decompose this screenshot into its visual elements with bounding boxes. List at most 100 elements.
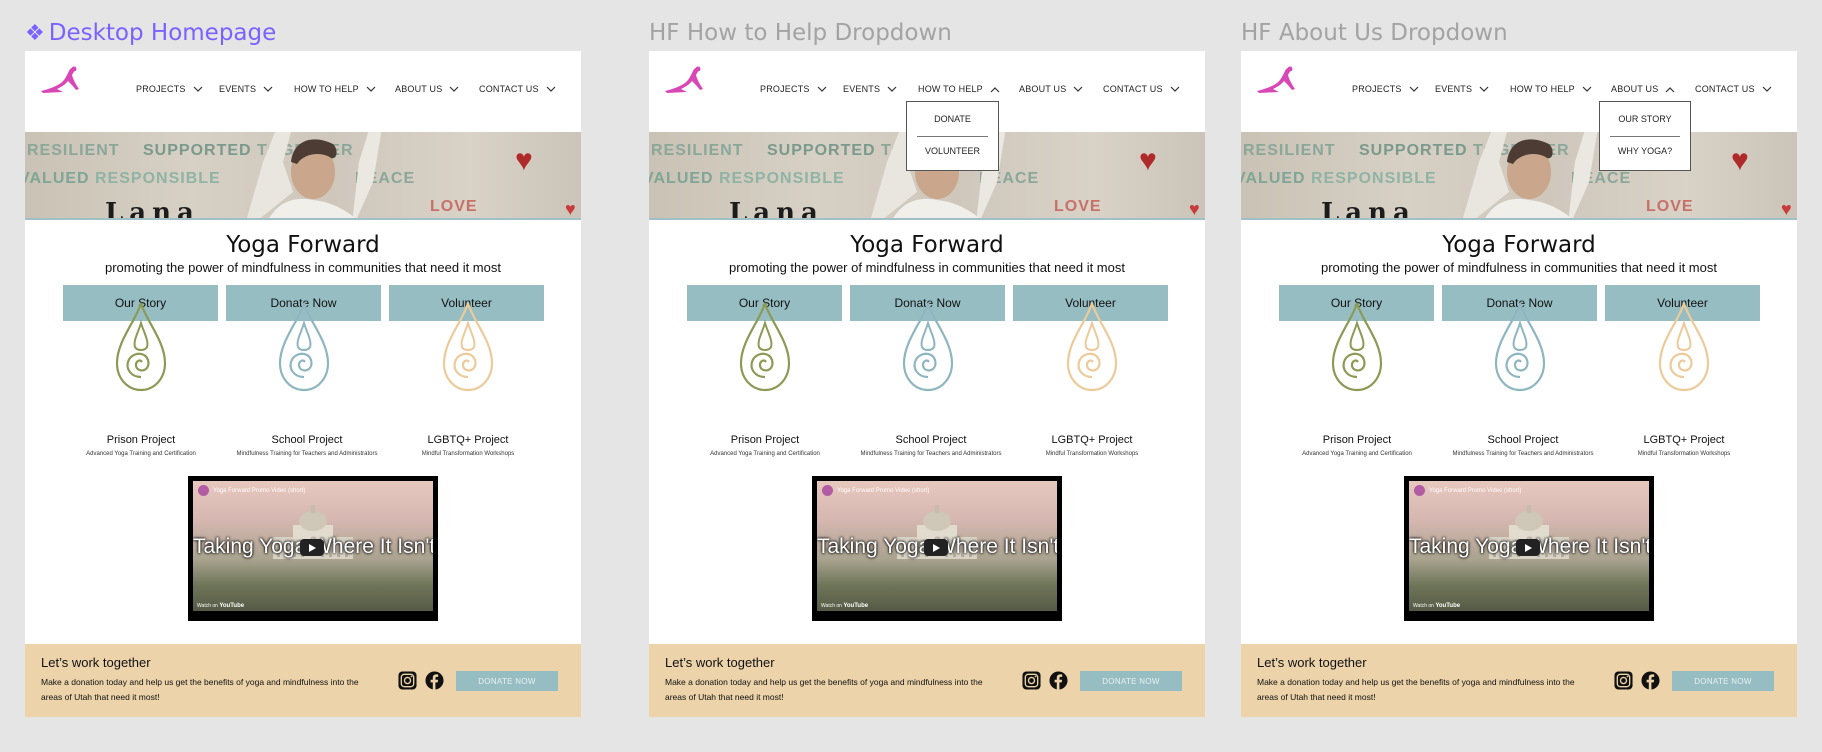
footer-title: Let’s work together	[41, 655, 151, 670]
dropdown-item[interactable]: OUR STORY	[1600, 114, 1690, 124]
nav-projects-label: PROJECTS	[136, 84, 186, 94]
top-nav: PROJECTS EVENTS HOW TO HELP ABOUT US CON…	[1241, 51, 1797, 132]
nav-projects[interactable]: PROJECTS	[136, 84, 203, 94]
lgbtq-project-title[interactable]: LGBTQ+ Project	[1002, 434, 1182, 446]
nav-events[interactable]: EVENTS	[1435, 84, 1489, 94]
chevron-down-icon	[546, 86, 556, 92]
promo-video-embed[interactable]: Yoga Forward Promo Video (short) Taking …	[812, 476, 1062, 621]
play-icon[interactable]	[1516, 539, 1540, 556]
chevron-down-icon	[1479, 86, 1489, 92]
frame-about-us-dropdown: PROJECTS EVENTS HOW TO HELP ABOUT US CON…	[1241, 51, 1797, 717]
yoga-woman-photo	[247, 132, 382, 218]
watch-on-youtube-link[interactable]: Watch on YouTube	[1413, 603, 1460, 609]
lgbtq-project-title[interactable]: LGBTQ+ Project	[1594, 434, 1774, 446]
nav-how-to-help[interactable]: HOW TO HELP	[294, 84, 376, 94]
hero-word: VALUED	[649, 170, 714, 187]
frame-desktop-homepage: PROJECTS EVENTS HOW TO HELP ABOUT US CON…	[25, 51, 581, 717]
hero-word: RESILIENT	[1243, 142, 1336, 159]
channel-avatar	[822, 485, 833, 496]
dropdown-divider	[1610, 136, 1680, 137]
facebook-icon[interactable]	[425, 671, 444, 690]
page-tagline: promoting the power of mindfulness in co…	[105, 260, 501, 275]
prison-project-title[interactable]: Prison Project	[675, 434, 855, 446]
spiral-drop-icon[interactable]	[274, 301, 334, 393]
promo-video-embed[interactable]: Yoga Forward Promo Video (short) Taking …	[1404, 476, 1654, 621]
play-triangle-icon	[1525, 543, 1532, 552]
spiral-drop-icon[interactable]	[438, 301, 498, 393]
dropdown-item[interactable]: WHY YOGA?	[1600, 146, 1690, 156]
play-triangle-icon	[309, 543, 316, 552]
hero-word: VALUED	[1241, 170, 1306, 187]
chevron-down-icon	[1582, 86, 1592, 92]
chevron-down-icon	[193, 86, 203, 92]
nav-how-to-help[interactable]: HOW TO HELP	[1510, 84, 1592, 94]
spiral-drop-icon[interactable]	[898, 301, 958, 393]
nav-about-us[interactable]: ABOUT US	[395, 84, 459, 94]
yoga-woman-photo	[1463, 132, 1598, 218]
nav-about-us-label: ABOUT US	[1611, 84, 1659, 94]
footer-donate-now-button[interactable]: DONATE NOW	[456, 671, 558, 691]
page-title: Yoga Forward	[1442, 232, 1596, 258]
component-icon: ❖	[25, 21, 45, 46]
facebook-icon[interactable]	[1049, 671, 1068, 690]
hero-dark-lettering: Lana	[729, 198, 824, 220]
nav-contact-us[interactable]: CONTACT US	[1103, 84, 1180, 94]
nav-projects[interactable]: PROJECTS	[760, 84, 827, 94]
how_to_help-dropdown-menu: DONATE VOLUNTEER	[906, 101, 999, 171]
school-project-title[interactable]: School Project	[217, 434, 397, 446]
nav-about-us-label: ABOUT US	[395, 84, 443, 94]
chevron-down-icon	[817, 86, 827, 92]
instagram-icon[interactable]	[1614, 671, 1633, 690]
spiral-drop-icon[interactable]	[1327, 301, 1387, 393]
spiral-drop-icon[interactable]	[735, 301, 795, 393]
heart-icon: ♥	[515, 144, 533, 177]
lgbtq-project-subtitle: Mindful Transformation Workshops	[421, 451, 515, 457]
nav-about-us[interactable]: ABOUT US	[1019, 84, 1083, 94]
chevron-up-icon	[1666, 86, 1675, 92]
page-title: Yoga Forward	[226, 232, 380, 258]
chevron-down-icon	[263, 86, 273, 92]
frame-label-about-us[interactable]: HF About Us Dropdown	[1241, 20, 1508, 46]
nav-contact-us[interactable]: CONTACT US	[479, 84, 556, 94]
dropdown-item[interactable]: DONATE	[907, 114, 998, 124]
watch-on-youtube-link[interactable]: Watch on YouTube	[197, 603, 244, 609]
instagram-icon[interactable]	[1022, 671, 1041, 690]
dropdown-divider	[917, 136, 988, 137]
facebook-icon[interactable]	[1641, 671, 1660, 690]
spiral-drop-icon[interactable]	[1490, 301, 1550, 393]
chevron-down-icon	[887, 86, 897, 92]
nav-projects[interactable]: PROJECTS	[1352, 84, 1419, 94]
play-icon[interactable]	[300, 539, 324, 556]
watch-on-youtube-link[interactable]: Watch on YouTube	[821, 603, 868, 609]
video-thumbnail: Yoga Forward Promo Video (short) Taking …	[193, 481, 433, 611]
prison-project-title[interactable]: Prison Project	[51, 434, 231, 446]
dropdown-item[interactable]: VOLUNTEER	[907, 146, 998, 156]
school-project-title[interactable]: School Project	[841, 434, 1021, 446]
about_us-dropdown-menu: OUR STORY WHY YOGA?	[1599, 101, 1691, 171]
nav-contact-us[interactable]: CONTACT US	[1695, 84, 1772, 94]
promo-video-embed[interactable]: Yoga Forward Promo Video (short) Taking …	[188, 476, 438, 621]
chevron-down-icon	[450, 86, 459, 92]
nav-about-us[interactable]: ABOUT US	[1611, 84, 1675, 94]
hero-banner: RESILIENT SUPPORTED TOGETHER RESPONSIBLE…	[1241, 132, 1797, 220]
footer-donate-now-button[interactable]: DONATE NOW	[1080, 671, 1182, 691]
frame-label-desktop-homepage[interactable]: ❖ Desktop Homepage	[25, 20, 276, 46]
prison-project-title[interactable]: Prison Project	[1267, 434, 1447, 446]
nav-events[interactable]: EVENTS	[219, 84, 273, 94]
spiral-drop-icon[interactable]	[111, 301, 171, 393]
nav-events[interactable]: EVENTS	[843, 84, 897, 94]
spiral-drop-icon[interactable]	[1062, 301, 1122, 393]
footer: Let’s work together Make a donation toda…	[649, 644, 1205, 717]
lgbtq-project-title[interactable]: LGBTQ+ Project	[378, 434, 558, 446]
footer-donate-now-button[interactable]: DONATE NOW	[1672, 671, 1774, 691]
school-project-title[interactable]: School Project	[1433, 434, 1613, 446]
chevron-down-icon	[1762, 86, 1772, 92]
hero-banner: RESILIENT SUPPORTED TOGETHER RESPONSIBLE…	[25, 132, 581, 220]
frame-label-how-to-help[interactable]: HF How to Help Dropdown	[649, 20, 952, 46]
spiral-drop-icon[interactable]	[1654, 301, 1714, 393]
play-icon[interactable]	[924, 539, 948, 556]
school-project-subtitle: Mindfulness Training for Teachers and Ad…	[236, 451, 378, 457]
nav-how-to-help[interactable]: HOW TO HELP	[918, 84, 1000, 94]
instagram-icon[interactable]	[398, 671, 417, 690]
heart-icon: ♥	[1139, 144, 1157, 177]
